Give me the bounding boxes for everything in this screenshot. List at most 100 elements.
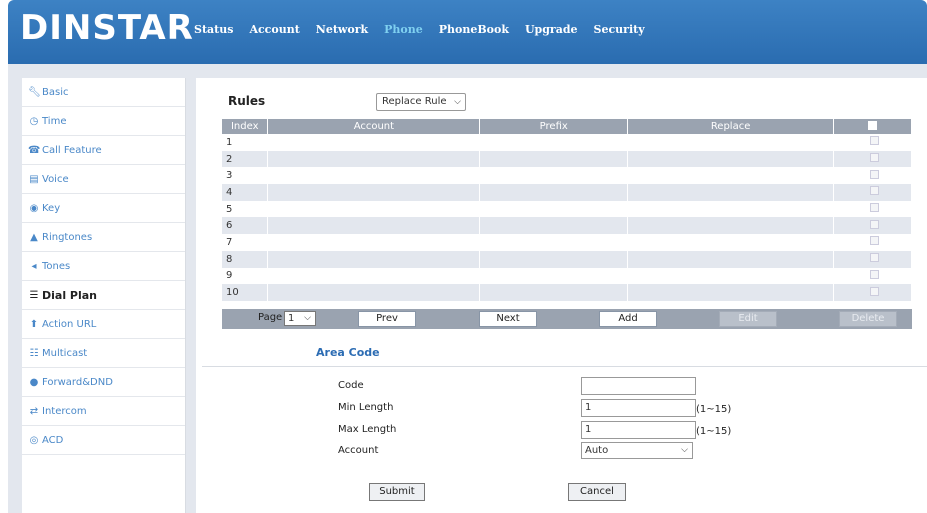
nav-security[interactable]: Security [594, 23, 645, 36]
area-code-title: Area Code [316, 346, 380, 359]
col-index: Index [222, 119, 269, 134]
intercom-icon: ⇄ [29, 405, 39, 417]
edit-button[interactable]: Edit [719, 311, 777, 327]
sidebar-item-call-feature[interactable]: ☎ Call Feature [22, 136, 185, 165]
page-value: 1 [288, 313, 295, 324]
row-checkbox[interactable] [870, 286, 879, 296]
pager-bar: Page 1 ⌵ Prev Next Add Edit Delete [222, 309, 912, 329]
page-label: Page [258, 312, 283, 323]
row-index: 3 [222, 167, 269, 185]
sidebar-item-label: Action URL [42, 318, 97, 330]
col-replace: Replace [627, 119, 835, 134]
nav-network[interactable]: Network [316, 23, 368, 36]
col-select-all[interactable] [833, 119, 912, 134]
rule-type-value: Replace Rule [382, 96, 447, 107]
sidebar-item-forward-dnd[interactable]: ● Forward&DND [22, 368, 185, 397]
sidebar-item-dial-plan[interactable]: ☰ Dial Plan [22, 281, 185, 310]
sidebar-item-label: Time [42, 115, 67, 127]
nav-upgrade[interactable]: Upgrade [525, 23, 578, 36]
rule-type-select[interactable]: Replace Rule ⌵ [376, 93, 466, 111]
top-header: DINSTAR Status Account Network Phone Pho… [8, 0, 927, 64]
account-value: Auto [585, 445, 609, 456]
voice-icon: ▤ [29, 173, 39, 185]
table-row[interactable]: 10 [222, 284, 912, 301]
key-icon: ◉ [29, 202, 39, 214]
code-label: Code [338, 380, 364, 391]
table-header-row: Index Account Prefix Replace [222, 119, 912, 134]
row-index: 1 [222, 134, 269, 151]
table-row[interactable]: 1 [222, 134, 912, 151]
row-index: 5 [222, 200, 269, 218]
row-checkbox[interactable] [870, 253, 879, 263]
nav-account[interactable]: Account [249, 23, 299, 36]
nav-phonebook[interactable]: PhoneBook [439, 23, 509, 36]
account-label: Account [338, 445, 379, 456]
page-select[interactable]: 1 ⌵ [284, 311, 316, 326]
sidebar-item-ringtones[interactable]: ▲ Ringtones [22, 223, 185, 252]
add-button[interactable]: Add [599, 311, 657, 327]
delete-button[interactable]: Delete [839, 311, 897, 327]
table-row[interactable]: 2 [222, 150, 912, 168]
max-length-input[interactable]: 1 [581, 421, 696, 439]
rules-table: Index Account Prefix Replace 1 2 3 4 5 6… [222, 119, 912, 301]
dialplan-icon: ☰ [29, 289, 39, 301]
chevron-down-icon: ⌵ [304, 313, 311, 323]
sidebar-item-key[interactable]: ◉ Key [22, 194, 185, 223]
row-checkbox[interactable] [870, 169, 879, 179]
row-index: 2 [222, 150, 269, 168]
table-row[interactable]: 9 [222, 267, 912, 285]
sidebar-item-basic[interactable]: 🔧︎ Basic [22, 78, 185, 107]
max-length-label: Max Length [338, 424, 397, 435]
sidebar-item-label: Basic [42, 86, 69, 98]
row-checkbox[interactable] [870, 136, 879, 146]
sidebar-item-intercom[interactable]: ⇄ Intercom [22, 397, 185, 426]
row-checkbox[interactable] [870, 236, 879, 246]
next-button[interactable]: Next [479, 311, 537, 327]
chevron-down-icon: ⌵ [454, 97, 461, 107]
row-checkbox[interactable] [870, 269, 879, 279]
wrench-icon: 🔧︎ [28, 86, 41, 98]
row-index: 8 [222, 250, 269, 268]
sidebar-item-label: Intercom [42, 405, 87, 417]
table-row[interactable]: 6 [222, 217, 912, 235]
account-select[interactable]: Auto ⌵ [581, 442, 693, 459]
row-checkbox[interactable] [870, 153, 879, 163]
prev-button[interactable]: Prev [358, 311, 416, 327]
row-checkbox[interactable] [870, 219, 879, 229]
submit-button[interactable]: Submit [369, 483, 425, 501]
table-row[interactable]: 7 [222, 234, 912, 251]
sidebar-item-label: ACD [42, 434, 64, 446]
min-length-input[interactable]: 1 [581, 399, 696, 417]
row-index: 10 [222, 284, 269, 301]
sidebar-item-tones[interactable]: ◂ Tones [22, 252, 185, 281]
nav-status[interactable]: Status [194, 23, 233, 36]
min-length-label: Min Length [338, 402, 394, 413]
sidebar-item-action-url[interactable]: ⬆ Action URL [22, 310, 185, 339]
row-checkbox[interactable] [870, 186, 879, 196]
speaker-icon: ◂ [31, 260, 37, 272]
sidebar-item-label: Key [42, 202, 61, 214]
table-row[interactable]: 3 [222, 167, 912, 185]
row-index: 6 [222, 217, 269, 235]
sidebar-item-label: Forward&DND [42, 376, 113, 388]
table-row[interactable]: 8 [222, 250, 912, 268]
sidebar-item-voice[interactable]: ▤ Voice [22, 165, 185, 194]
chevron-down-icon: ⌵ [681, 445, 688, 455]
sidebar-item-multicast[interactable]: ☷ Multicast [22, 339, 185, 368]
clock-icon: ◷ [29, 115, 39, 127]
upload-icon: ⬆ [29, 318, 39, 330]
row-checkbox[interactable] [870, 203, 879, 213]
sidebar-item-time[interactable]: ◷ Time [22, 107, 185, 136]
main-nav: Status Account Network Phone PhoneBook U… [194, 23, 661, 36]
max-length-range: (1~15) [696, 426, 732, 437]
row-index: 9 [222, 267, 269, 285]
sidebar-item-acd[interactable]: ◎ ACD [22, 426, 185, 455]
select-all-checkbox[interactable] [868, 120, 877, 130]
table-row[interactable]: 4 [222, 184, 912, 201]
min-length-range: (1~15) [696, 404, 732, 415]
cancel-button[interactable]: Cancel [568, 483, 626, 501]
code-input[interactable] [581, 377, 696, 395]
table-row[interactable]: 5 [222, 200, 912, 218]
sidebar-item-label: Call Feature [42, 144, 102, 156]
nav-phone[interactable]: Phone [384, 23, 423, 36]
